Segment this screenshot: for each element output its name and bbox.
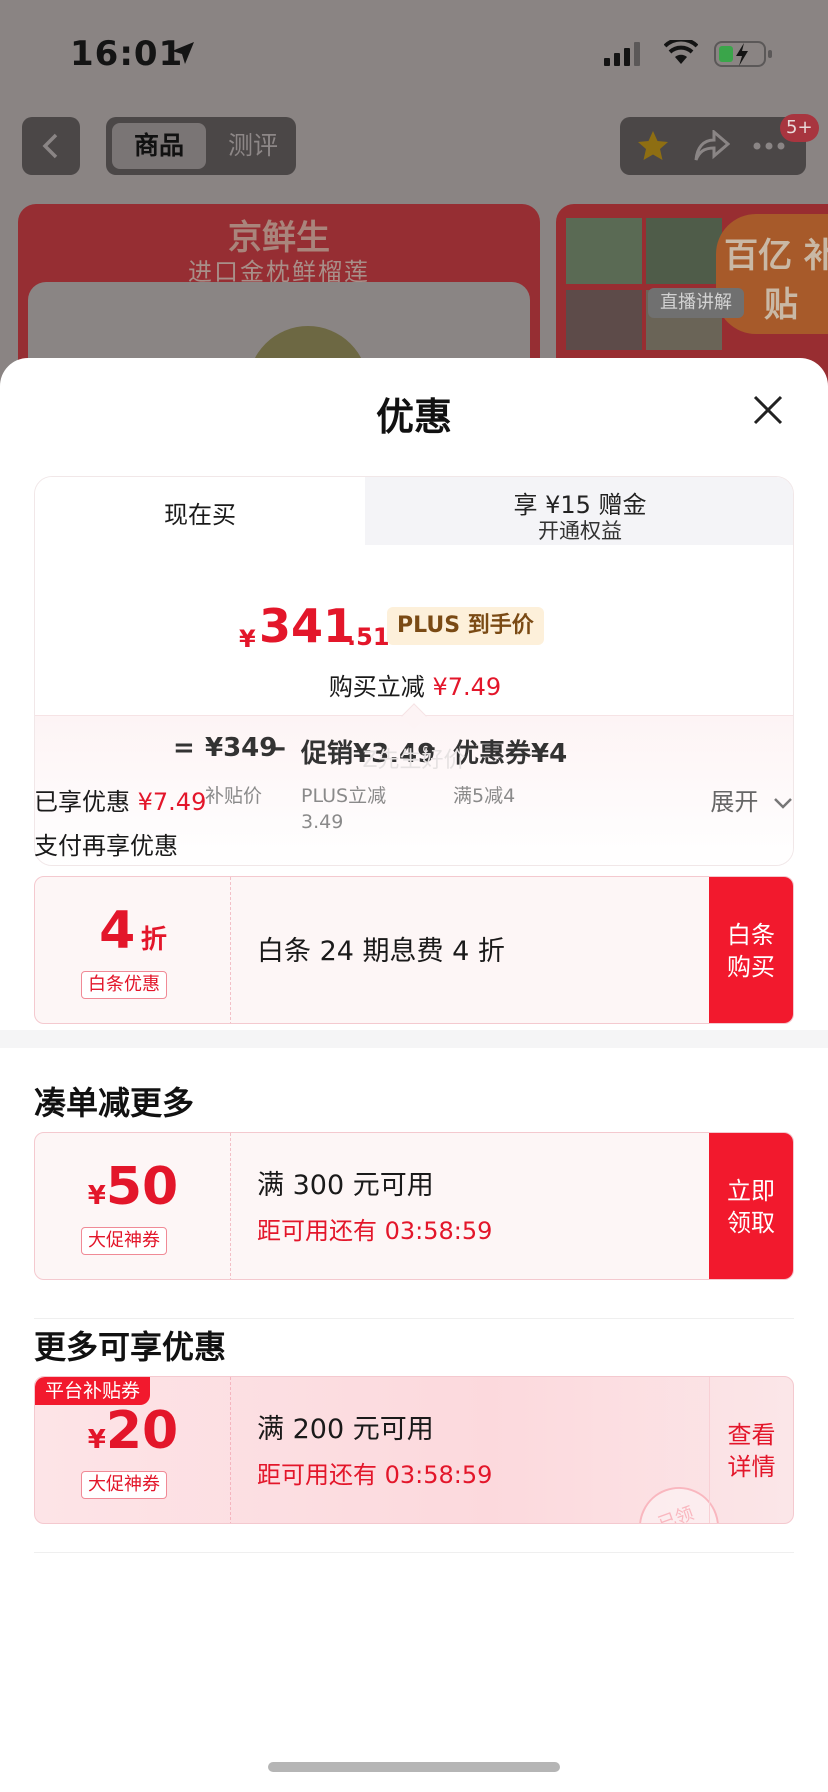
coupon-tag: 大促神券 [81,1471,167,1499]
live-tag[interactable]: 直播讲解 [648,288,744,318]
top-actions [620,117,806,175]
close-icon[interactable] [752,394,784,426]
home-indicator[interactable] [268,1762,560,1772]
gallery-thumb[interactable] [566,290,642,350]
expand-label: 展开 [710,788,759,816]
price-integer: 341 [259,599,356,653]
enjoyed-discount: 已享优惠 ¥7.49 [34,782,206,817]
status-bar: 16:01 [0,0,828,100]
reduction-label: 购买立减 [328,673,433,701]
coupon-tag: 白条优惠 [81,971,167,999]
pay-more-discount-label: 支付再享优惠 [34,832,178,860]
platform-subsidy-badge: 平台补贴券 [35,1377,151,1405]
back-button[interactable] [22,117,80,175]
tab-plus-sub: 开通权益 [538,519,622,543]
coupon-value: ¥50 [35,1157,231,1217]
coupon-value: ¥20 [35,1401,231,1461]
status-time: 16:01 [70,34,184,74]
plus-price-tag: PLUS 到手价 [387,607,544,645]
price-currency: ¥ [239,625,256,653]
discount-unit: 折 [140,925,167,955]
coupon-description: 白条 24 期息费 4 折 [257,936,505,967]
baitiao-coupon[interactable]: 4 折 白条优惠 白条 24 期息费 4 折 白条 购买 [34,876,794,1024]
coupon-condition: 满 300 元可用 [257,1170,434,1201]
divider [34,1552,794,1553]
background-page: 16:01 商品 测评 5+ 京鲜生 进口金枕鲜榴莲 百亿 补贴 直播讲解 [0,0,828,442]
coupon-currency: ¥ [87,1425,106,1455]
cellular-signal-icon [604,42,640,66]
price-decimal: .51 [347,623,390,651]
product-review-switch: 商品 测评 [106,117,296,175]
message-badge: 5+ [780,114,819,142]
tab-plus-benefit[interactable]: 享 ¥15 赠金 开通权益 [365,477,793,545]
tab-product[interactable]: 商品 [112,123,206,169]
section-title-bundle: 凑单减更多 [34,1084,195,1122]
more-icon[interactable] [752,141,786,151]
coupon-value-area: ¥50 大促神券 [35,1133,231,1279]
coupon-value-area: 4 折 白条优惠 [35,877,231,1023]
coupon-tag: 大促神券 [81,1227,167,1255]
watermark: Z先生好价 [362,748,466,773]
battery-charging-icon [714,41,772,67]
wifi-icon [664,40,698,64]
enjoyed-label: 已享优惠 [34,788,138,816]
coupon-currency: ¥ [87,1181,106,1211]
tab-buy-now[interactable]: 现在买 [35,477,365,553]
nav-bar: 商品 测评 [0,112,828,180]
share-icon[interactable] [694,130,730,162]
coupon-countdown: 距可用还有 03:58:59 [257,1461,493,1489]
coupon-condition: 满 200 元可用 [257,1414,434,1445]
coupon-countdown: 距可用还有 03:58:59 [257,1217,493,1245]
coupon-value: 4 折 [35,901,231,961]
gallery-thumb[interactable] [646,218,722,284]
discount-number: 4 [99,901,136,961]
coupon-amount: 50 [105,1157,179,1217]
claim-coupon-button[interactable]: 立即 领取 [709,1133,793,1279]
coupon-50[interactable]: ¥50 大促神券 满 300 元可用 距可用还有 03:58:59 立即 领取 [34,1132,794,1280]
section-separator [0,1030,828,1048]
sheet-title: 优惠 [375,395,452,439]
view-details-button[interactable]: 查看 详情 [709,1377,793,1523]
baitiao-buy-button[interactable]: 白条 购买 [709,877,793,1023]
purchase-reduction: 购买立减 ¥7.49 [35,667,793,702]
enjoyed-amount: ¥7.49 [137,788,207,816]
discount-sheet: 优惠 享 ¥15 赠金 开通权益 现在买 ¥ 341 .51 PLUS 到手价 … [0,358,828,1792]
section-title-more: 更多可享优惠 [34,1328,227,1366]
chevron-down-icon [774,798,792,809]
reduction-amount: ¥7.49 [432,673,502,701]
coupon-20[interactable]: ¥20 大促神券 平台补贴券 满 200 元可用 距可用还有 03:58:59 … [34,1376,794,1524]
tab-review[interactable]: 测评 [218,123,288,169]
chevron-left-icon [42,133,58,159]
location-arrow-icon [172,42,194,64]
expand-toggle[interactable]: 展开 [710,782,794,817]
star-icon[interactable] [636,129,670,163]
divider [34,1318,794,1319]
gallery-thumb[interactable] [566,218,642,284]
enjoyed-discount-row: 已享优惠 ¥7.49 展开 [34,778,794,817]
coupon-amount: 20 [105,1401,179,1461]
final-price: ¥ 341 .51 PLUS 到手价 [35,595,793,655]
